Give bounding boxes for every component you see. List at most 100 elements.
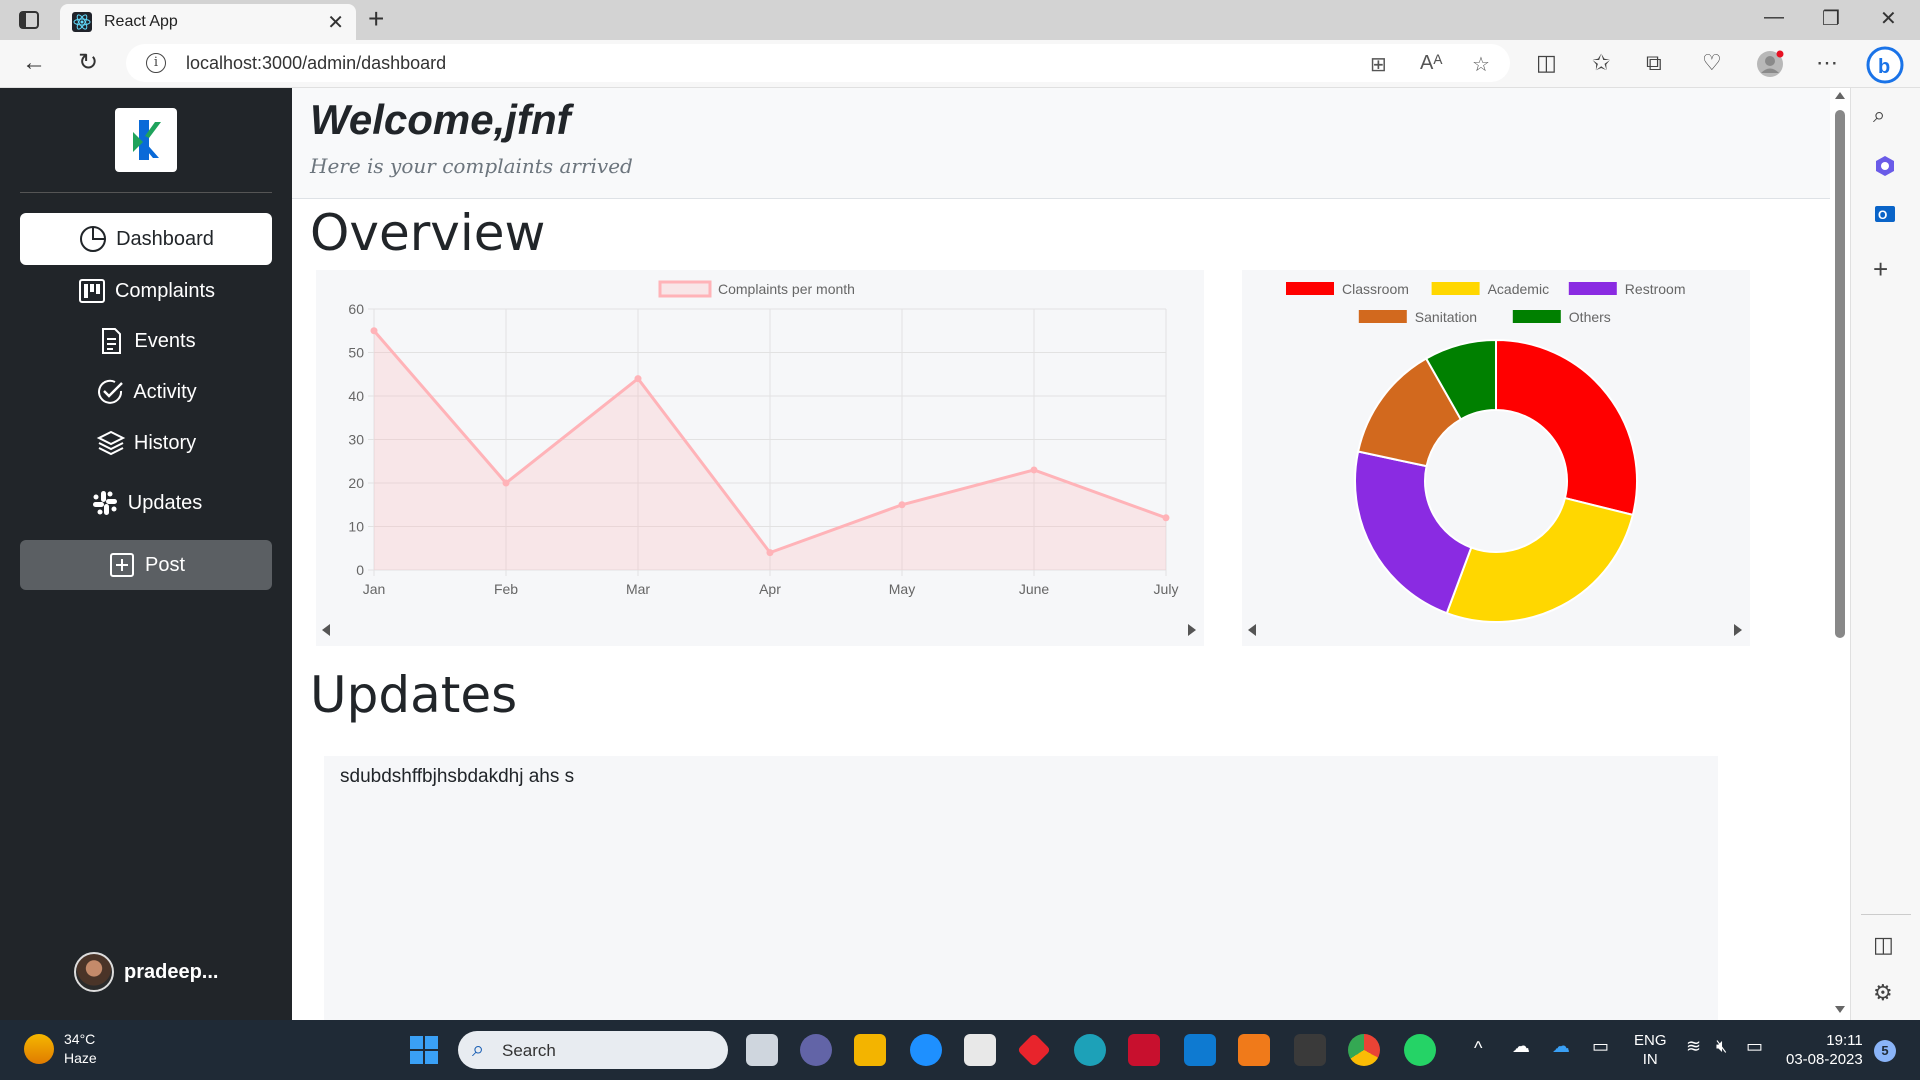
page-scrollbar[interactable] [1830, 88, 1850, 1020]
bing-copilot-icon[interactable]: b [1866, 46, 1904, 84]
user-profile[interactable]: pradeep... [74, 952, 218, 992]
hide-sidebar-icon[interactable]: ◫ [1873, 932, 1894, 958]
help-icon[interactable] [910, 1034, 942, 1066]
new-tab-icon[interactable]: + [368, 4, 384, 34]
vscode-icon[interactable] [1184, 1034, 1216, 1066]
scroll-up-icon[interactable] [1835, 92, 1845, 99]
app-available-icon[interactable]: ⊞ [1370, 52, 1387, 77]
scroll-left-icon[interactable] [322, 624, 330, 636]
sidebar-item-updates[interactable]: Updates [20, 477, 272, 529]
category-donut-chart[interactable]: Classroom Academic Restroom Sanitation Other… [1242, 270, 1750, 646]
y-tick-label: 50 [348, 345, 364, 361]
welcome-header: Welcome,jfnf Here is your complaints arr… [292, 88, 1830, 199]
teams-chat-icon[interactable] [800, 1034, 832, 1066]
legend-label: Complaints per month [718, 281, 855, 297]
weather-condition: Haze [64, 1050, 97, 1066]
copilot-icon[interactable] [1873, 154, 1897, 178]
restore-icon[interactable]: ❐ [1822, 6, 1840, 31]
line-chart-card: 0 10 20 30 40 50 60 Jan Feb Mar Apr May June July Comp… [316, 270, 1204, 646]
file-explorer-icon[interactable] [854, 1034, 886, 1066]
sidebar-divider [20, 192, 272, 193]
address-bar[interactable]: i localhost:3000/admin/dashboard ⊞ Aᴬ ☆ [126, 44, 1510, 82]
collections-icon[interactable]: ⧉ [1646, 51, 1662, 75]
edge-browser-icon[interactable] [1074, 1034, 1106, 1066]
lang-line-2: IN [1642, 1051, 1658, 1068]
clock[interactable]: 19:11 03-08-2023 [1786, 1031, 1863, 1069]
tab-actions-icon[interactable] [18, 10, 40, 30]
scrollbar-thumb[interactable] [1835, 110, 1845, 638]
minimize-icon[interactable]: — [1764, 6, 1784, 29]
browser-essentials-icon[interactable]: ♡ [1702, 51, 1722, 75]
close-tab-icon[interactable]: ✕ [327, 10, 344, 35]
anydesk-icon[interactable] [1017, 1033, 1051, 1067]
onedrive-icon[interactable]: ☁ [1552, 1036, 1570, 1057]
scroll-down-icon[interactable] [1835, 1006, 1845, 1013]
settings-gear-icon[interactable]: ⚙ [1873, 980, 1893, 1006]
browser-tab-bar: React App ✕ + — ❐ ✕ [0, 0, 1920, 40]
legend-swatch [658, 280, 712, 298]
donut-slice-academic [1445, 496, 1635, 623]
scroll-left-icon[interactable] [1248, 624, 1256, 636]
whatsapp-icon[interactable] [1404, 1034, 1436, 1066]
browser-tab[interactable]: React App ✕ [60, 4, 356, 40]
data-point [634, 375, 642, 383]
task-view-icon[interactable] [746, 1034, 778, 1066]
sidebar-item-dashboard[interactable]: Dashboard [20, 213, 272, 265]
language-indicator[interactable]: ENG IN [1634, 1031, 1667, 1069]
notification-badge[interactable]: 5 [1874, 1040, 1896, 1062]
taskbar-search[interactable]: ⌕ Search [458, 1031, 728, 1069]
x-tick-label: Apr [759, 581, 781, 597]
search-icon[interactable]: ⌕ [1873, 102, 1885, 128]
mcafee-icon[interactable] [1128, 1034, 1160, 1066]
sidebar: Dashboard Complaints Events Activity His… [0, 88, 292, 1020]
y-tick-label: 20 [348, 475, 364, 491]
data-point [898, 501, 906, 509]
wifi-icon[interactable]: ≋ [1686, 1036, 1701, 1057]
favorite-star-icon[interactable]: ☆ [1472, 52, 1490, 77]
weather-widget[interactable]: 34°C Haze [24, 1030, 97, 1068]
favorites-icon[interactable]: ✩ [1592, 51, 1610, 75]
logo-icon [133, 120, 161, 160]
sidebar-item-label: Dashboard [116, 227, 214, 250]
slack-icon [92, 491, 117, 515]
read-aloud-icon[interactable]: Aᴬ [1420, 52, 1442, 75]
sidebar-item-events[interactable]: Events [20, 315, 272, 367]
sidebar-item-activity[interactable]: Activity [20, 366, 272, 418]
microsoft-store-icon[interactable] [964, 1034, 996, 1066]
close-window-icon[interactable]: ✕ [1880, 6, 1897, 31]
sidebar-item-complaints[interactable]: Complaints [20, 265, 272, 317]
windows-start-icon[interactable] [410, 1036, 438, 1064]
data-point [766, 549, 774, 557]
legend-swatch [1358, 310, 1407, 323]
plus-square-icon [109, 553, 134, 577]
xampp-icon[interactable] [1238, 1034, 1270, 1066]
edge-sidebar: ⌕ O + ◫ ⚙ [1850, 88, 1920, 1020]
profile-icon[interactable] [1756, 50, 1784, 78]
welcome-title: Welcome,jfnf [310, 96, 571, 143]
terminal-icon[interactable] [1294, 1034, 1326, 1066]
y-tick-label: 40 [348, 388, 364, 404]
scroll-right-icon[interactable] [1188, 624, 1196, 636]
more-options-icon[interactable]: ⋯ [1816, 51, 1838, 75]
info-icon[interactable]: i [146, 53, 166, 73]
data-point [1030, 466, 1038, 474]
post-button[interactable]: Post [20, 540, 272, 590]
complaints-line-chart[interactable]: 0 10 20 30 40 50 60 Jan Feb Mar Apr May June July Comp… [316, 270, 1204, 646]
mute-volume-icon[interactable]: 🔇︎ [1716, 1036, 1727, 1057]
split-screen-icon[interactable]: ◫ [1536, 51, 1557, 75]
url-text[interactable]: localhost:3000/admin/dashboard [186, 53, 446, 74]
back-icon[interactable]: ← [22, 50, 46, 76]
show-hidden-icons[interactable]: ^ [1474, 1038, 1482, 1059]
weather-cloud-icon[interactable]: ☁ [1512, 1036, 1530, 1057]
add-icon[interactable]: + [1873, 254, 1888, 285]
scroll-right-icon[interactable] [1734, 624, 1742, 636]
battery-icon[interactable]: ▭ [1746, 1036, 1763, 1057]
display-icon[interactable]: ▭ [1592, 1036, 1609, 1057]
x-tick-label: Mar [626, 581, 650, 597]
svg-text:b: b [1878, 56, 1890, 78]
outlook-icon[interactable]: O [1873, 202, 1897, 226]
refresh-icon[interactable]: ↻ [78, 50, 98, 76]
sidebar-item-history[interactable]: History [20, 417, 272, 469]
donut-slice-restroom [1354, 450, 1473, 615]
chrome-icon[interactable] [1348, 1034, 1380, 1066]
